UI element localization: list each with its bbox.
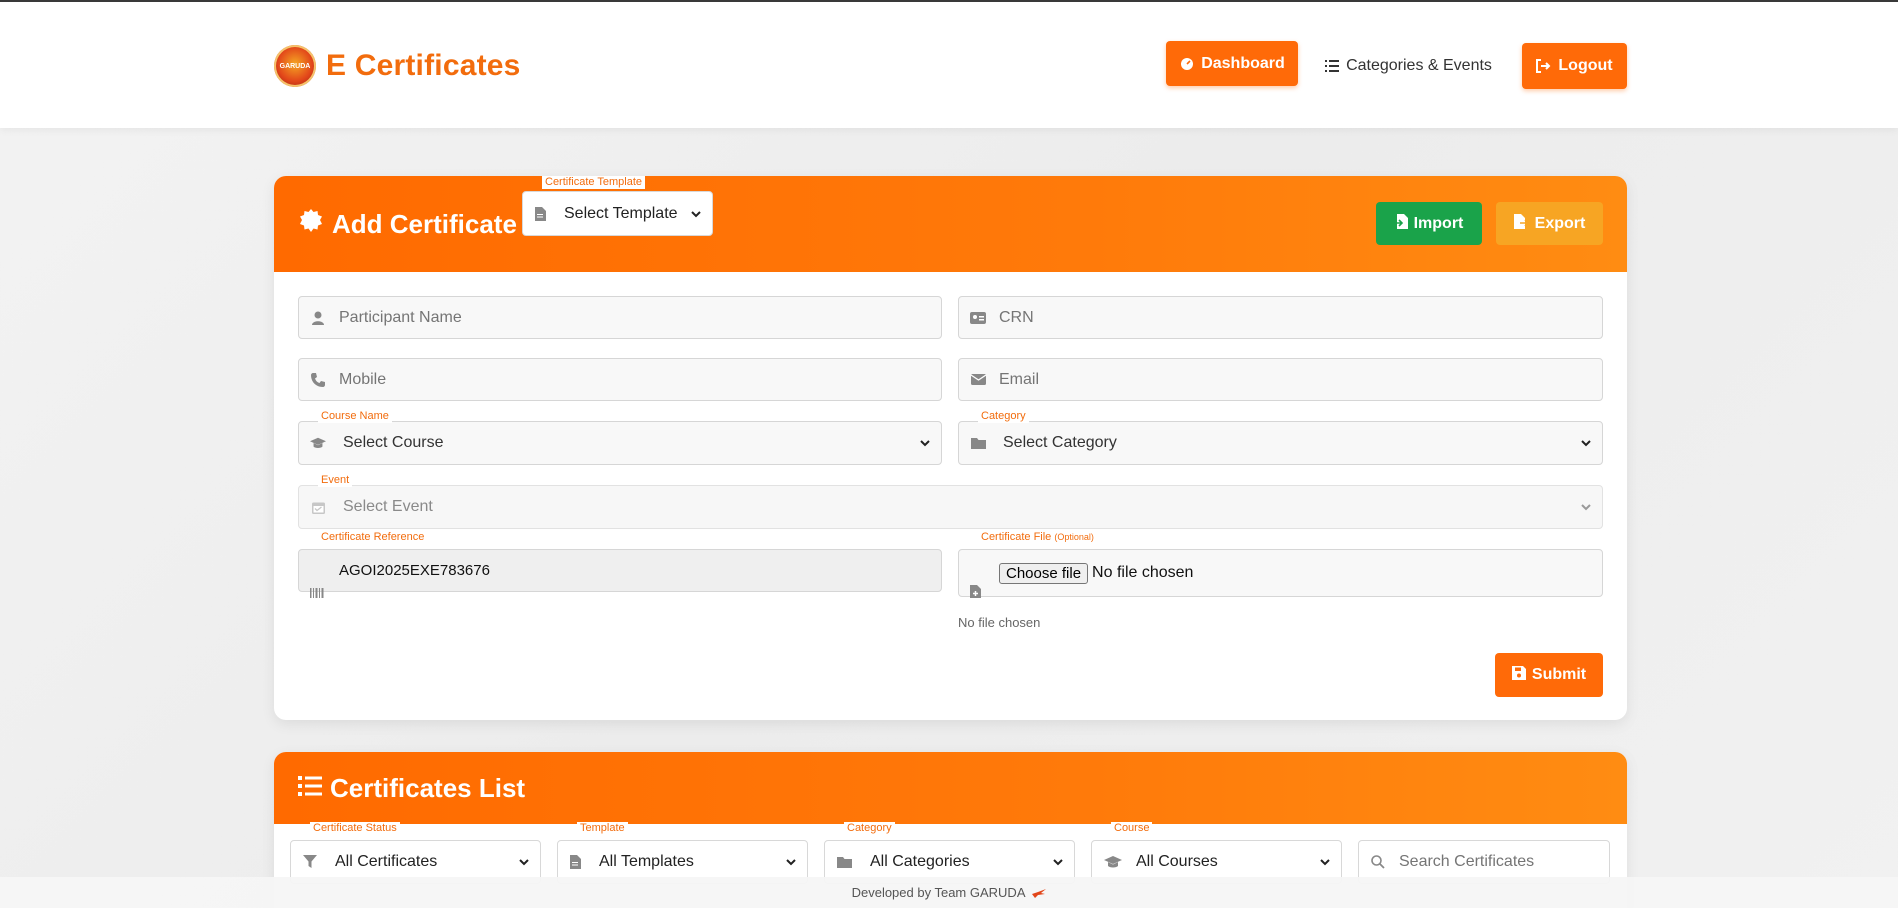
chevron-down-icon: [691, 210, 701, 217]
import-label: Import: [1413, 214, 1464, 232]
user-icon: [310, 310, 326, 326]
category-filter-label: Category: [844, 822, 895, 835]
certificates-list-header: Certificates List: [274, 752, 1627, 824]
envelope-icon: [970, 372, 986, 388]
folder-icon: [970, 435, 986, 451]
certificate-reference-field[interactable]: AGOI2025EXE783676: [298, 549, 942, 592]
status-filter-label: Certificate Status: [310, 822, 400, 835]
footer-text: Developed by Team GARUDA: [851, 885, 1025, 900]
filter-icon: [303, 855, 317, 869]
footer: Developed by Team GARUDA: [0, 877, 1898, 908]
logo-text: GARUDA: [279, 62, 311, 70]
crn-placeholder: CRN: [999, 308, 1034, 326]
status-filter-value: All Certificates: [335, 853, 438, 870]
certificate-reference-value: AGOI2025EXE783676: [339, 562, 490, 579]
reference-float-label: Certificate Reference: [318, 531, 428, 544]
participant-name-field[interactable]: Participant Name: [298, 296, 942, 339]
event-select[interactable]: Select Event: [298, 485, 1603, 529]
categories-events-label: Categories & Events: [1346, 57, 1492, 74]
certificates-list-title: Certificates List: [298, 773, 525, 804]
course-select[interactable]: Select Course: [298, 421, 942, 465]
certificates-list-title-text: Certificates List: [330, 773, 526, 803]
search-icon: [1371, 855, 1385, 869]
garuda-logo: GARUDA: [274, 45, 316, 87]
category-float-label: Category: [978, 410, 1029, 423]
search-placeholder: Search Certificates: [1399, 853, 1535, 870]
export-label: Export: [1534, 214, 1586, 232]
file-float-label: Certificate File (Optional): [978, 531, 1097, 544]
file-label-text: Certificate File: [981, 531, 1052, 543]
crn-field[interactable]: CRN: [958, 296, 1603, 339]
email-placeholder: Email: [999, 370, 1040, 388]
chevron-down-icon: [519, 859, 529, 866]
file-icon: [570, 855, 581, 869]
category-filter-value: All Categories: [870, 853, 970, 870]
event-float-label: Event: [318, 474, 353, 487]
course-float-label: Course Name: [318, 410, 392, 423]
template-float-label: Certificate Template: [542, 176, 646, 189]
chevron-down-icon: [1581, 440, 1591, 447]
graduation-cap-icon: [310, 435, 326, 451]
id-card-icon: [970, 310, 986, 326]
choose-file-button[interactable]: Choose file: [999, 562, 1089, 584]
course-select-value: Select Course: [343, 434, 444, 451]
export-icon: [1513, 213, 1529, 234]
certificate-file-field[interactable]: Choose file No file chosen: [958, 549, 1603, 597]
logout-button[interactable]: Logout: [1522, 43, 1627, 89]
file-optional-text: (Optional): [1054, 532, 1094, 542]
event-select-value: Select Event: [343, 498, 433, 515]
gauge-icon: [1179, 56, 1194, 71]
chevron-down-icon: [1320, 859, 1330, 866]
dashboard-button[interactable]: Dashboard: [1166, 41, 1298, 86]
course-filter-label: Course: [1111, 822, 1153, 835]
file-status-text: No file chosen: [958, 615, 1041, 630]
course-filter-value: All Courses: [1136, 853, 1218, 870]
folder-icon: [837, 856, 852, 868]
graduation-cap-icon: [1104, 855, 1122, 869]
submit-label: Submit: [1531, 666, 1587, 683]
import-button[interactable]: Import: [1376, 202, 1482, 245]
file-upload-icon: [970, 585, 981, 603]
template-filter-label: Template: [577, 822, 628, 835]
no-file-text: No file chosen: [1092, 564, 1194, 581]
email-field[interactable]: Email: [958, 358, 1603, 401]
top-header: GARUDA E Certificates Dashboard Categori…: [0, 2, 1898, 128]
export-button[interactable]: Export: [1496, 202, 1603, 245]
chevron-down-icon: [786, 859, 796, 866]
chevron-down-icon: [920, 440, 930, 447]
dashboard-label: Dashboard: [1201, 54, 1285, 72]
certificate-badge-icon: [298, 208, 324, 241]
garuda-bird-icon: [1032, 878, 1047, 908]
brand-title: E Certificates: [326, 49, 521, 82]
participant-name-placeholder: Participant Name: [339, 308, 462, 326]
list-icon: [1324, 59, 1339, 74]
add-certificate-header: Add Certificate Select Template Certific…: [274, 176, 1627, 272]
submit-button[interactable]: Submit: [1495, 653, 1603, 697]
category-select[interactable]: Select Category: [958, 421, 1603, 465]
phone-icon: [310, 372, 326, 388]
list-icon: [298, 773, 322, 804]
template-select[interactable]: Select Template: [522, 191, 713, 236]
barcode-icon: [310, 585, 324, 603]
logout-label: Logout: [1558, 57, 1613, 74]
mobile-placeholder: Mobile: [339, 370, 387, 388]
logout-icon: [1536, 59, 1551, 74]
add-certificate-title: Add Certificate: [298, 208, 517, 241]
categories-events-link[interactable]: Categories & Events: [1318, 43, 1498, 89]
mobile-field[interactable]: Mobile: [298, 358, 942, 401]
chevron-down-icon: [1053, 859, 1063, 866]
calendar-icon: [310, 499, 326, 515]
file-icon: [535, 206, 546, 221]
brand[interactable]: GARUDA E Certificates: [274, 45, 521, 87]
add-certificate-title-text: Add Certificate: [332, 209, 517, 239]
template-select-value: Select Template: [564, 204, 678, 222]
add-certificate-card: Add Certificate Select Template Certific…: [274, 176, 1627, 720]
category-select-value: Select Category: [1003, 434, 1117, 451]
chevron-down-icon: [1581, 504, 1591, 511]
import-icon: [1394, 213, 1408, 234]
template-filter-value: All Templates: [599, 853, 694, 870]
save-icon: [1511, 665, 1526, 685]
